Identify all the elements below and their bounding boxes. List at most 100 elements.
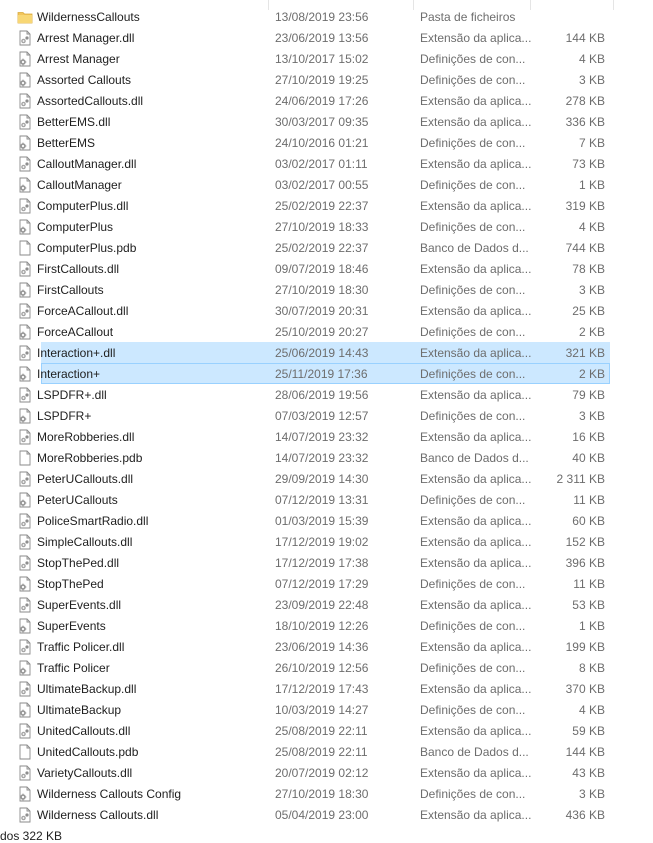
file-row[interactable]: VarietyCallouts.dll 20/07/2019 02:12 Exten…	[19, 762, 610, 783]
file-name: Wilderness Callouts Config	[37, 787, 182, 801]
file-row[interactable]: ForceACallout.dll 30/07/2019 20:31 Extensã…	[19, 300, 610, 321]
dll-file-icon	[19, 114, 31, 130]
file-row[interactable]: PeterUCallouts.dll 29/09/2019 14:30 Extens…	[19, 468, 610, 489]
config-file-icon	[19, 72, 31, 88]
file-name: Traffic Policer.dll	[37, 640, 125, 654]
file-type: Definições de con...	[420, 178, 526, 192]
file-size: 152 KB	[565, 535, 605, 549]
file-type: Definições de con...	[420, 367, 526, 381]
file-size: 40 KB	[572, 451, 605, 465]
file-size: 43 KB	[572, 766, 605, 780]
file-modified-date: 25/10/2019 20:27	[275, 325, 369, 339]
file-modified-date: 13/10/2017 15:02	[275, 52, 369, 66]
file-size: 396 KB	[565, 556, 605, 570]
file-row[interactable]: MoreRobberies.dll 14/07/2019 23:32 Extensã…	[19, 426, 610, 447]
file-row[interactable]: LSPDFR+ 07/03/2019 12:57 Definições de con…	[19, 405, 610, 426]
file-row[interactable]: Traffic Policer 26/10/2019 12:56 Definiçõe…	[19, 657, 610, 678]
file-row[interactable]: ForceACallout 25/10/2019 20:27 Definições …	[19, 321, 610, 342]
file-row[interactable]: FirstCallouts.dll 09/07/2019 18:46 Extensã…	[19, 258, 610, 279]
file-name: Wilderness Callouts.dll	[37, 808, 159, 822]
file-row[interactable]: Interaction+ 25/11/2019 17:36 Definições d…	[19, 363, 610, 384]
file-row[interactable]: StopThePed.dll 17/12/2019 17:38 Extensão d…	[19, 552, 610, 573]
file-row[interactable]: Interaction+.dll 25/06/2019 14:43 Extensão…	[19, 342, 610, 363]
file-type: Definições de con...	[420, 283, 526, 297]
file-row[interactable]: StopThePed 07/12/2019 17:29 Definições de …	[19, 573, 610, 594]
file-size: 144 KB	[565, 745, 605, 759]
file-modified-date: 17/12/2019 17:43	[275, 682, 369, 696]
file-name: UnitedCallouts.dll	[37, 724, 131, 738]
file-type: Extensão da aplica...	[420, 535, 532, 549]
file-row[interactable]: SimpleCallouts.dll 17/12/2019 19:02 Extens…	[19, 531, 610, 552]
file-row[interactable]: ComputerPlus 27/10/2019 18:33 Definições d…	[19, 216, 610, 237]
file-row[interactable]: LSPDFR+.dll 28/06/2019 19:56 Extensão da a…	[19, 384, 610, 405]
file-size: 1 KB	[578, 178, 605, 192]
file-modified-date: 14/07/2019 23:32	[275, 430, 369, 444]
file-row[interactable]: UltimateBackup 10/03/2019 14:27 Definições…	[19, 699, 610, 720]
file-name: PoliceSmartRadio.dll	[37, 514, 149, 528]
file-row[interactable]: PeterUCallouts 07/12/2019 13:31 Definições…	[19, 489, 610, 510]
file-modified-date: 26/10/2019 12:56	[275, 661, 369, 675]
file-row[interactable]: Wilderness Callouts.dll 05/04/2019 23:00 E…	[19, 804, 610, 825]
generic-file-icon	[19, 240, 31, 256]
file-row[interactable]: FirstCallouts 27/10/2019 18:30 Definições …	[19, 279, 610, 300]
file-row[interactable]: Traffic Policer.dll 23/06/2019 14:36 Exten…	[19, 636, 610, 657]
file-modified-date: 27/10/2019 18:30	[275, 283, 369, 297]
file-name: FirstCallouts.dll	[37, 262, 120, 276]
file-type: Definições de con...	[420, 577, 526, 591]
file-type: Extensão da aplica...	[420, 94, 532, 108]
file-size: 321 KB	[565, 346, 605, 360]
file-modified-date: 28/06/2019 19:56	[275, 388, 369, 402]
file-size: 60 KB	[572, 514, 605, 528]
file-row[interactable]: Wilderness Callouts Config 27/10/2019 18:…	[19, 783, 610, 804]
file-size: 2 311 KB	[556, 472, 605, 486]
file-modified-date: 17/12/2019 17:38	[275, 556, 369, 570]
file-row[interactable]: UltimateBackup.dll 17/12/2019 17:43 Extens…	[19, 678, 610, 699]
file-row[interactable]: PoliceSmartRadio.dll 01/03/2019 15:39 Exte…	[19, 510, 610, 531]
file-modified-date: 29/09/2019 14:30	[275, 472, 369, 486]
file-row[interactable]: SuperEvents.dll 23/09/2019 22:48 Extensão …	[19, 594, 610, 615]
file-name: CalloutManager	[37, 178, 122, 192]
file-type: Definições de con...	[420, 619, 526, 633]
file-row[interactable]: WildernessCallouts 13/08/2019 23:56 Pasta …	[17, 6, 610, 27]
file-row[interactable]: UnitedCallouts.pdb 25/08/2019 22:11 Banco …	[19, 741, 610, 762]
file-size: 319 KB	[565, 199, 605, 213]
column-separator-size[interactable]	[613, 0, 614, 10]
file-size: 4 KB	[578, 703, 605, 717]
file-size: 3 KB	[578, 409, 605, 423]
file-name: Arrest Manager.dll	[37, 31, 135, 45]
config-file-icon	[19, 135, 31, 151]
file-row[interactable]: BetterEMS.dll 30/03/2017 09:35 Extensão da…	[19, 111, 610, 132]
file-size: 199 KB	[565, 640, 605, 654]
file-type: Extensão da aplica...	[420, 514, 532, 528]
file-row[interactable]: CalloutManager.dll 03/02/2017 01:11 Extens…	[19, 153, 610, 174]
dll-file-icon	[19, 765, 31, 781]
dll-file-icon	[19, 345, 31, 361]
file-type: Extensão da aplica...	[420, 640, 532, 654]
file-modified-date: 23/06/2019 14:36	[275, 640, 369, 654]
file-modified-date: 24/10/2016 01:21	[275, 136, 369, 150]
file-type: Definições de con...	[420, 73, 526, 87]
config-file-icon	[19, 576, 31, 592]
file-size: 336 KB	[565, 115, 605, 129]
file-modified-date: 10/03/2019 14:27	[275, 703, 369, 717]
file-row[interactable]: SuperEvents 18/10/2019 12:26 Definições de…	[19, 615, 610, 636]
file-row[interactable]: MoreRobberies.pdb 14/07/2019 23:32 Banco d…	[19, 447, 610, 468]
file-modified-date: 25/08/2019 22:11	[275, 745, 368, 759]
file-size: 278 KB	[565, 94, 605, 108]
file-row[interactable]: ComputerPlus.dll 25/02/2019 22:37 Extensão…	[19, 195, 610, 216]
file-row[interactable]: Assorted Callouts 27/10/2019 19:25 Definiç…	[19, 69, 610, 90]
file-row[interactable]: UnitedCallouts.dll 25/08/2019 22:11 Extens…	[19, 720, 610, 741]
config-file-icon	[19, 282, 31, 298]
file-row[interactable]: BetterEMS 24/10/2016 01:21 Definições de c…	[19, 132, 610, 153]
file-type: Extensão da aplica...	[420, 346, 532, 360]
file-name: ComputerPlus	[37, 220, 114, 234]
status-bar-text: dos 322 KB	[0, 829, 63, 843]
file-row[interactable]: AssortedCallouts.dll 24/06/2019 17:26 Exte…	[19, 90, 610, 111]
file-row[interactable]: CalloutManager 03/02/2017 00:55 Definições…	[19, 174, 610, 195]
dll-file-icon	[19, 261, 31, 277]
file-size: 4 KB	[578, 220, 605, 234]
file-row[interactable]: ComputerPlus.pdb 25/02/2019 22:37 Banco de…	[19, 237, 610, 258]
file-name: VarietyCallouts.dll	[37, 766, 133, 780]
file-row[interactable]: Arrest Manager.dll 23/06/2019 13:56 Extens…	[19, 27, 610, 48]
file-row[interactable]: Arrest Manager 13/10/2017 15:02 Definições…	[19, 48, 610, 69]
